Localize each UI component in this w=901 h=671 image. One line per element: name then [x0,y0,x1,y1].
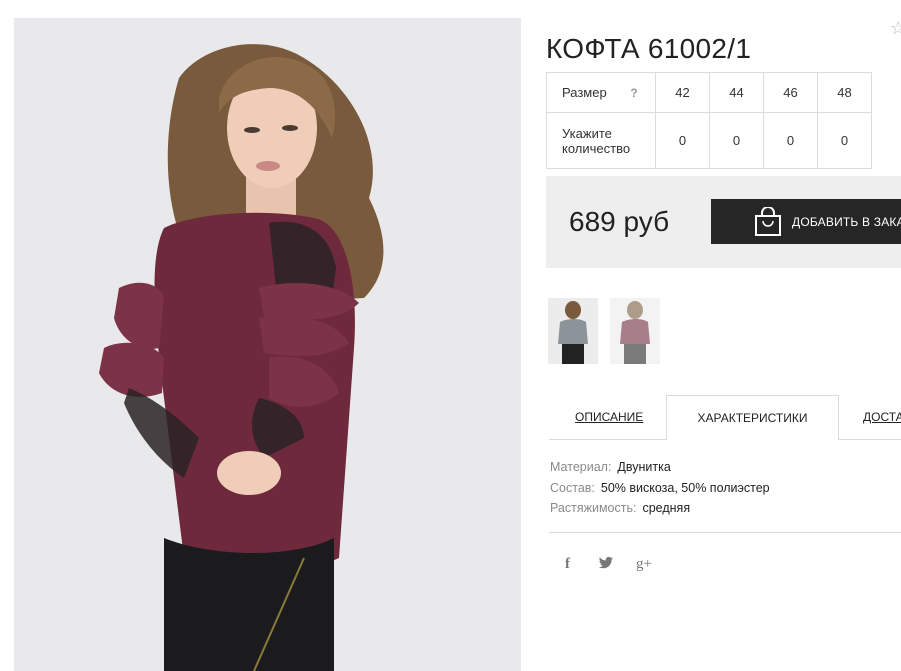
quantity-input-44[interactable]: 0 [709,112,764,169]
tab-characteristics[interactable]: ХАРАКТЕРИСТИКИ [666,395,839,441]
tab-description[interactable]: ОПИСАНИЕ [575,395,643,439]
social-divider [549,532,901,533]
thumbnail-burgundy-sweater[interactable] [610,298,660,364]
quantity-input-46[interactable]: 0 [763,112,818,169]
product-tabs: ОПИСАНИЕ ХАРАКТЕРИСТИКИ ДОСТАВКА [549,395,901,441]
product-title: КОФТА 61002/1 [546,32,752,64]
product-main-image[interactable] [14,18,521,671]
size-46: 46 [763,72,818,113]
price-amount: 689 руб [569,206,670,237]
twitter-bird-icon[interactable] [598,556,614,574]
characteristics-list: Материал: Двунитка Состав: 50% вискоза, 50… [550,457,770,519]
size-44: 44 [709,72,764,113]
model-illustration [14,18,521,671]
shopping-bag-icon [754,206,782,240]
price-panel: 689 руб ДОБАВИТЬ В ЗАКАЗ [546,176,901,268]
property-material: Материал: Двунитка [550,460,671,474]
size-quantity-table: Размер ? 42 44 46 48 Укажите количество … [546,72,872,169]
size-help-icon[interactable]: ? [630,86,637,100]
quantity-input-48[interactable]: 0 [817,112,872,169]
star-outline-icon[interactable]: ☆ [890,18,901,39]
tab-delivery[interactable]: ДОСТАВКА [863,395,901,439]
add-to-order-button[interactable]: ДОБАВИТЬ В ЗАКАЗ [711,199,901,244]
quantity-input-42[interactable]: 0 [655,112,710,169]
property-composition: Состав: 50% вискоза, 50% полиэстер [550,480,770,495]
size-label-cell: Размер ? [546,72,656,113]
size-42: 42 [655,72,710,113]
add-to-order-label: ДОБАВИТЬ В ЗАКАЗ [792,215,901,229]
size-48: 48 [817,72,872,113]
googleplus-icon[interactable]: g+ [636,556,652,573]
facebook-icon[interactable]: f [565,556,570,573]
quantity-label: Укажите количество [546,112,656,169]
property-stretch: Растяжимость: средняя [550,501,691,515]
size-label: Размер [562,85,607,100]
thumbnail-grey-sweater[interactable] [548,298,598,364]
